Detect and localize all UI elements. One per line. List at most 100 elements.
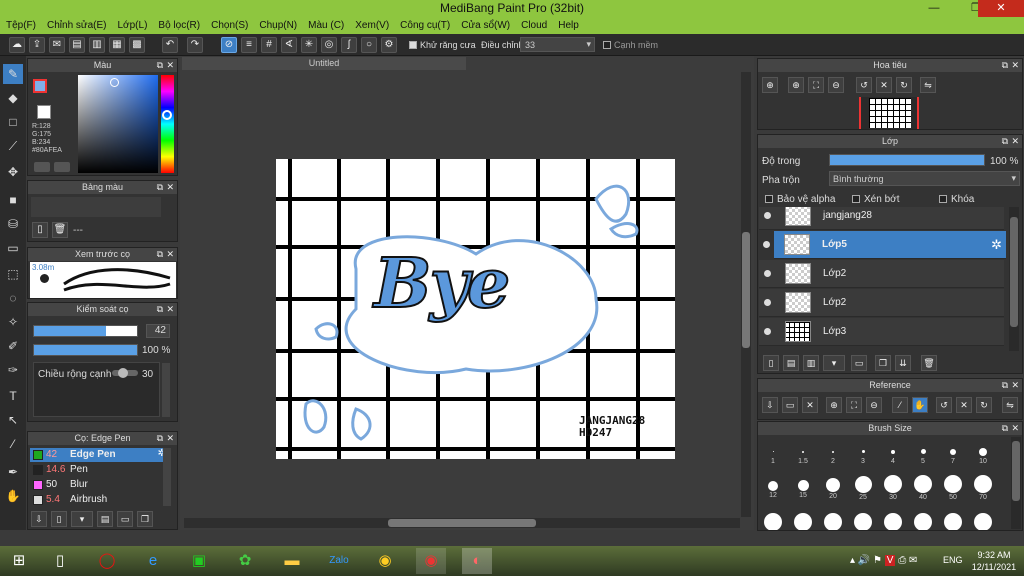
close-icon[interactable]: ✕ [166, 59, 174, 72]
new-layer-icon[interactable]: ▯ [763, 355, 779, 371]
zoom-in-icon[interactable]: ⊕ [826, 397, 842, 413]
parallel-snap-icon[interactable]: ≡ [241, 37, 257, 53]
brush-size-15[interactable]: 15 [788, 471, 818, 501]
text-tool-icon[interactable]: T [3, 386, 23, 406]
close-reference-icon[interactable]: ✕ [802, 397, 818, 413]
edge-width-knob[interactable] [118, 368, 128, 378]
chrome-profile-icon[interactable]: ◉ [416, 548, 446, 574]
brush-item-blur[interactable]: 50 Blur [30, 478, 168, 492]
vertical-scroll-thumb[interactable] [742, 232, 750, 348]
opera-icon[interactable]: ◯ [92, 548, 122, 574]
minimize-button[interactable]: — [920, 0, 948, 17]
rect-tool-icon[interactable]: □ [3, 112, 23, 132]
zoom-out-icon[interactable]: ⊖ [828, 77, 844, 93]
tray-icons[interactable]: ▴ 🔊 ⚑ V ⎙ ✉ [850, 555, 917, 566]
menu-tools[interactable]: Công cụ(T) [400, 20, 450, 31]
eyedropper-icon[interactable]: ⁄ [892, 397, 908, 413]
eye-icon[interactable] [763, 241, 770, 248]
reset-rotate-icon[interactable]: ✕ [876, 77, 892, 93]
undock-icon[interactable]: ⧉ [157, 59, 163, 72]
brush-size-large[interactable] [968, 505, 998, 530]
cloud-download-icon[interactable]: ⇩ [31, 511, 47, 527]
gradient-tool-icon[interactable]: ▭ [3, 238, 23, 258]
new-8bit-layer-icon[interactable]: ▥ [803, 355, 819, 371]
antialias-checkbox[interactable] [409, 41, 417, 49]
layer-row[interactable]: jangjang28 [759, 207, 1004, 230]
snap-off-icon[interactable]: ⊘ [221, 37, 237, 53]
brush-size-10[interactable]: 10 [968, 437, 998, 467]
color-option-icon[interactable] [54, 162, 70, 172]
brush-item-airbrush[interactable]: 5.4 Airbrush [30, 493, 168, 507]
close-icon[interactable]: ✕ [166, 181, 174, 194]
lock-checkbox[interactable] [939, 195, 947, 203]
operation-tool-icon[interactable]: ↖ [3, 410, 23, 430]
undock-icon[interactable]: ⧉ [1002, 135, 1008, 148]
windows-start-icon[interactable]: ⊞ [4, 548, 34, 574]
undo-icon[interactable]: ↶ [162, 37, 178, 53]
hue-cursor[interactable] [162, 110, 172, 120]
menu-help[interactable]: Help [558, 20, 579, 31]
navigator-preview[interactable] [859, 97, 919, 129]
menu-select[interactable]: Chọn(S) [211, 20, 248, 31]
transparent-swatch[interactable] [37, 105, 51, 119]
fill-rect-tool-icon[interactable]: ■ [3, 190, 23, 210]
magic-wand-tool-icon[interactable]: ✧ [3, 312, 23, 332]
redo-icon[interactable]: ↷ [187, 37, 203, 53]
layer-row[interactable]: Lớp3 [759, 318, 1004, 346]
close-icon[interactable]: ✕ [1011, 379, 1019, 392]
horizontal-scroll-thumb[interactable] [388, 519, 536, 527]
brush-size-3[interactable]: 3 [848, 437, 878, 467]
brush-size-7[interactable]: 7 [938, 437, 968, 467]
rotate-left-icon[interactable]: ↺ [856, 77, 872, 93]
share-icon[interactable]: ⇪ [29, 37, 45, 53]
brush-size-large[interactable] [758, 505, 788, 530]
param-scrollbar[interactable] [162, 363, 170, 417]
zoom-in-icon[interactable]: ⊕ [762, 77, 778, 93]
edge-browser-icon[interactable]: e [138, 548, 168, 574]
folder-icon[interactable]: ▭ [851, 355, 867, 371]
menu-cloud[interactable]: Cloud [521, 20, 547, 31]
color-picker-cursor[interactable] [110, 78, 119, 87]
layer-row-selected[interactable]: Lớp5 ✲ [774, 231, 1006, 259]
new-palette-icon[interactable]: ▯ [32, 222, 48, 238]
app-icon[interactable]: ✿ [230, 548, 260, 574]
folder-icon[interactable]: ▬ [277, 548, 307, 574]
hue-slider[interactable] [161, 75, 174, 173]
circle-snap-icon[interactable]: ◎ [321, 37, 337, 53]
select-eraser-tool-icon[interactable]: ✑ [3, 360, 23, 380]
brush-size-large[interactable] [848, 505, 878, 530]
cloud-download-icon[interactable]: ⇩ [762, 397, 778, 413]
vivaldi-icon[interactable]: V [884, 555, 896, 566]
close-icon[interactable]: ✕ [166, 248, 174, 261]
dot-tool-icon[interactable]: ⟋ [3, 136, 23, 156]
undock-icon[interactable]: ⧉ [157, 432, 163, 445]
close-icon[interactable]: ✕ [1011, 59, 1019, 72]
new-halftone-layer-icon[interactable]: ▤ [783, 355, 799, 371]
undock-icon[interactable]: ⧉ [157, 181, 163, 194]
close-icon[interactable]: ✕ [1011, 135, 1019, 148]
brush-size-2[interactable]: 2 [818, 437, 848, 467]
brush-size-large[interactable] [878, 505, 908, 530]
brush-tool-icon[interactable]: ✎ [3, 64, 23, 84]
curve-snap-icon[interactable]: ʃ [341, 37, 357, 53]
hand-tool-icon[interactable]: ✋ [3, 486, 23, 506]
menu-view[interactable]: Xem(V) [355, 20, 389, 31]
move-tool-icon[interactable]: ✥ [3, 162, 23, 182]
reset-rotate-icon[interactable]: ✕ [956, 397, 972, 413]
menu-layer[interactable]: Lớp(L) [118, 20, 148, 31]
undock-icon[interactable]: ⧉ [1002, 59, 1008, 72]
document-icon[interactable]: ▤ [69, 37, 85, 53]
rotate-left-icon[interactable]: ↺ [936, 397, 952, 413]
size-slider[interactable] [33, 325, 138, 337]
brush-size-scroll-thumb[interactable] [1012, 441, 1020, 501]
eye-icon[interactable] [764, 299, 771, 306]
cross-snap-icon[interactable]: # [261, 37, 277, 53]
brush-size-70[interactable]: 70 [968, 471, 998, 501]
menu-snap[interactable]: Chụp(N) [259, 20, 297, 31]
flip-icon[interactable]: ⇋ [920, 77, 936, 93]
fit-icon[interactable]: ⛶ [808, 77, 824, 93]
eyedropper-tool-icon[interactable]: ⁄ [3, 434, 23, 454]
ellipse-snap-icon[interactable]: ○ [361, 37, 377, 53]
comment-icon[interactable]: ✉ [49, 37, 65, 53]
brush-size-scrollbar[interactable] [1011, 437, 1021, 529]
